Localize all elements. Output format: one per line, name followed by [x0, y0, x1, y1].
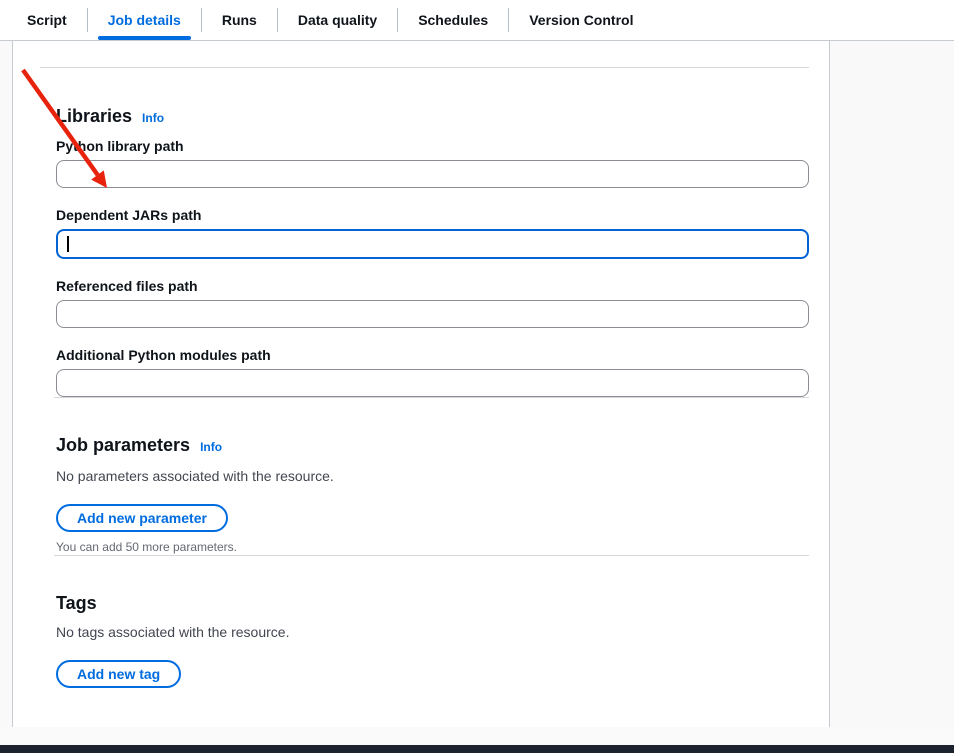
add-new-parameter-button[interactable]: Add new parameter	[56, 504, 228, 532]
libraries-title: Libraries	[56, 105, 132, 127]
section-divider	[54, 555, 809, 556]
python-library-path-input[interactable]	[56, 160, 809, 188]
tags-title: Tags	[56, 592, 97, 614]
tab-version-control[interactable]: Version Control	[509, 0, 653, 40]
bottom-strip	[0, 727, 954, 745]
job-tab-bar: Script Job details Runs Data quality Sch…	[0, 0, 954, 41]
add-new-tag-button[interactable]: Add new tag	[56, 660, 181, 688]
job-parameters-title: Job parameters	[56, 434, 190, 456]
dependent-jars-path-label: Dependent JARs path	[56, 207, 809, 223]
job-details-panel: Libraries Info Python library path Depen…	[12, 41, 830, 727]
tab-runs[interactable]: Runs	[202, 0, 277, 40]
window-bottom-bar	[0, 745, 954, 753]
top-divider	[40, 67, 809, 68]
job-details-main: Libraries Info Python library path Depen…	[0, 41, 954, 727]
additional-python-modules-path-input[interactable]	[56, 369, 809, 397]
job-parameters-hint: You can add 50 more parameters.	[56, 539, 809, 555]
page-background-gutter	[830, 41, 954, 727]
libraries-heading: Libraries Info	[56, 105, 809, 129]
dependent-jars-path-input[interactable]	[56, 229, 809, 259]
python-library-path-label: Python library path	[56, 138, 809, 154]
section-divider	[54, 397, 809, 398]
libraries-info-link[interactable]: Info	[142, 107, 164, 129]
referenced-files-path-label: Referenced files path	[56, 278, 809, 294]
job-parameters-heading: Job parameters Info	[56, 434, 809, 458]
tags-empty-text: No tags associated with the resource.	[56, 622, 809, 642]
text-cursor	[67, 236, 69, 252]
job-parameters-empty-text: No parameters associated with the resour…	[56, 466, 809, 486]
referenced-files-path-input[interactable]	[56, 300, 809, 328]
tags-heading: Tags	[56, 592, 809, 614]
tab-script[interactable]: Script	[7, 0, 87, 40]
tab-job-details[interactable]: Job details	[88, 0, 201, 40]
additional-python-modules-path-label: Additional Python modules path	[56, 347, 809, 363]
job-parameters-info-link[interactable]: Info	[200, 436, 222, 458]
tab-data-quality[interactable]: Data quality	[278, 0, 397, 40]
tab-schedules[interactable]: Schedules	[398, 0, 508, 40]
